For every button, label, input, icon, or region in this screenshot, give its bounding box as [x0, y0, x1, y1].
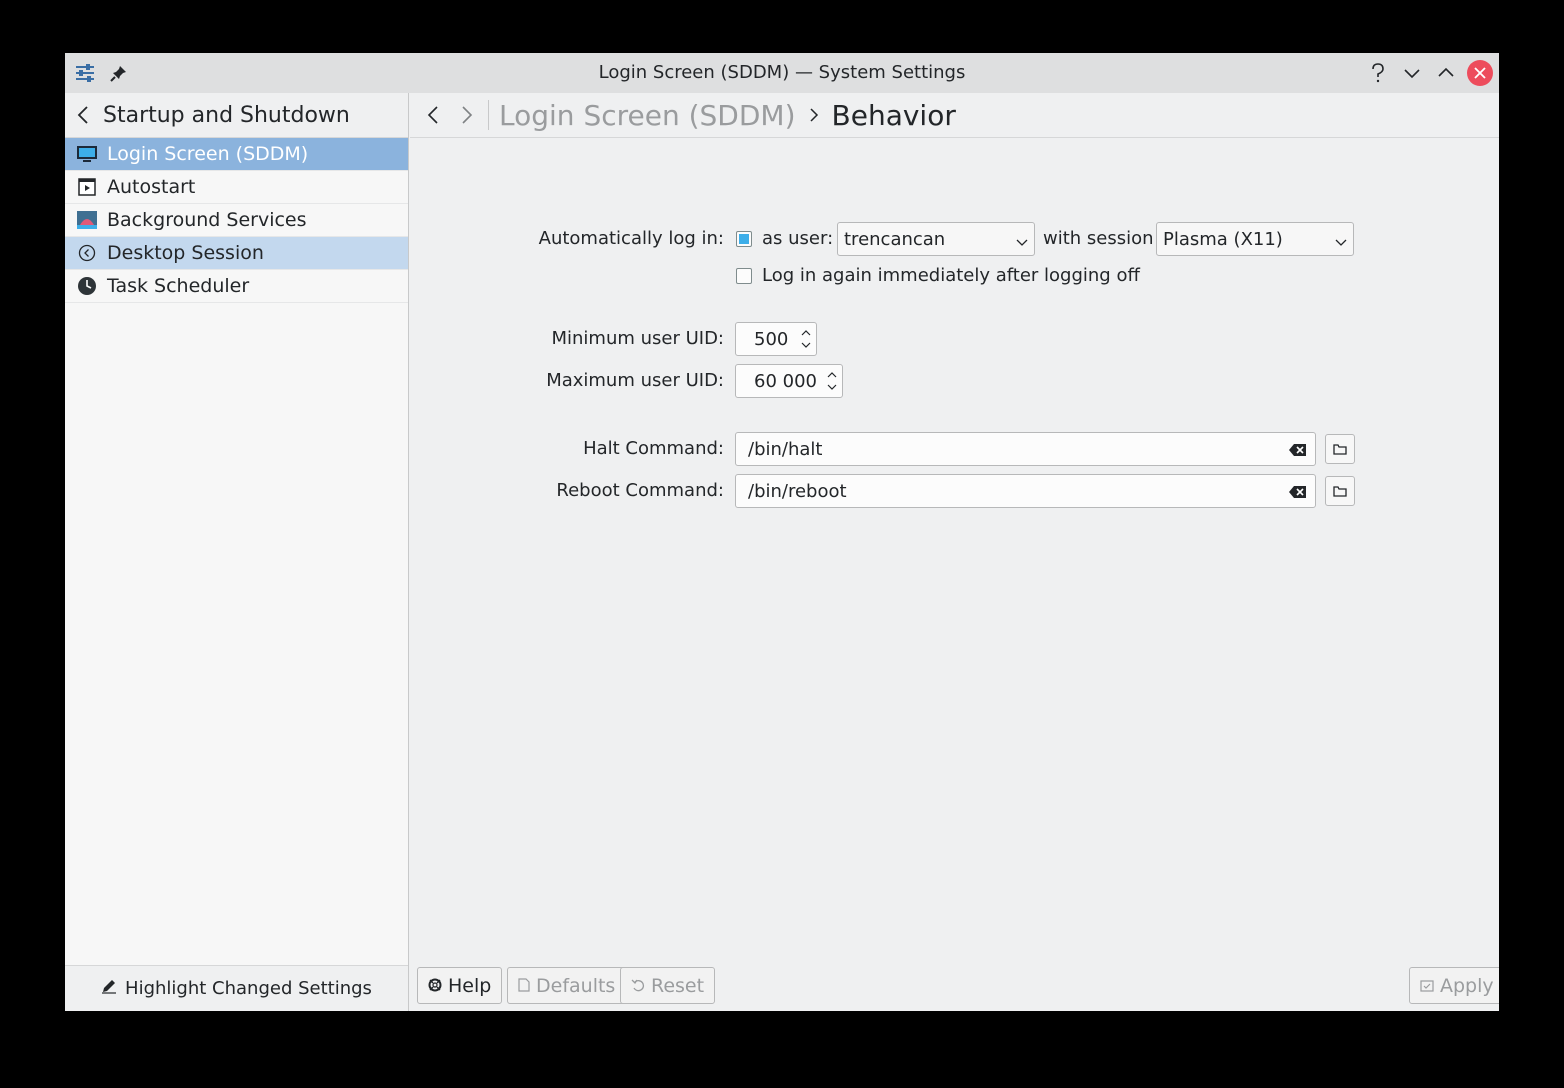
clear-text-icon[interactable] [1289, 441, 1307, 462]
reboot-command-value: /bin/reboot [748, 480, 847, 502]
folder-icon [1333, 439, 1347, 460]
highlight-changed-settings-button[interactable]: Highlight Changed Settings [65, 965, 408, 1011]
reboot-command-label: Reboot Command: [556, 480, 724, 501]
autostart-icon [77, 177, 97, 197]
min-uid-spinbox[interactable]: 500 [735, 322, 817, 356]
relogin-label: Log in again immediately after logging o… [762, 265, 1140, 286]
sidebar-item-label: Task Scheduler [107, 275, 250, 297]
halt-command-label: Halt Command: [583, 438, 724, 459]
breadcrumb-parent-link[interactable]: Login Screen (SDDM) [499, 99, 796, 132]
sidebar: Startup and Shutdown Login Screen (SDDM)… [65, 93, 409, 1011]
behavior-form: Automatically log in: as user: trencanca… [410, 139, 1499, 964]
dialog-button-bar: Help Defaults Reset Apply [410, 964, 1499, 1011]
sidebar-item-label: Background Services [107, 209, 307, 231]
reboot-command-input[interactable]: /bin/reboot [735, 474, 1316, 508]
reset-button[interactable]: Reset [620, 967, 716, 1004]
as-user-label: as user: [762, 228, 834, 249]
sidebar-back-header[interactable]: Startup and Shutdown [65, 93, 408, 138]
window-title: Login Screen (SDDM) — System Settings [598, 62, 966, 83]
apply-button[interactable]: Apply [1409, 967, 1499, 1004]
sidebar-item-background-services[interactable]: Background Services [65, 204, 408, 237]
minimize-chevron-down-icon[interactable] [1399, 60, 1425, 86]
monitor-icon [77, 144, 97, 164]
nav-forward-button[interactable] [450, 93, 484, 138]
relogin-checkbox[interactable] [736, 268, 752, 284]
spin-arrows-icon[interactable] [826, 369, 838, 393]
clear-text-icon[interactable] [1289, 483, 1307, 504]
sidebar-header-title: Startup and Shutdown [103, 102, 350, 128]
close-icon[interactable] [1467, 60, 1493, 86]
min-uid-label: Minimum user UID: [551, 328, 724, 349]
sidebar-item-label: Login Screen (SDDM) [107, 143, 309, 165]
apply-button-label: Apply [1440, 974, 1494, 997]
maximize-chevron-up-icon[interactable] [1433, 60, 1459, 86]
min-uid-value: 500 [754, 328, 789, 350]
title-bar[interactable]: Login Screen (SDDM) — System Settings [65, 53, 1499, 93]
user-select-value: trencancan [844, 228, 946, 250]
max-uid-value: 60 000 [754, 370, 817, 392]
page-title: Behavior [831, 98, 956, 132]
reboot-browse-button[interactable] [1325, 476, 1355, 506]
breadcrumb: Login Screen (SDDM) Behavior [410, 93, 1499, 138]
session-select-value: Plasma (X11) [1163, 228, 1283, 250]
sidebar-item-label: Autostart [107, 176, 196, 198]
defaults-button[interactable]: Defaults [507, 967, 627, 1004]
help-question-icon[interactable] [1365, 60, 1391, 86]
nav-separator [488, 100, 489, 130]
autologin-checkbox[interactable] [736, 231, 752, 247]
halt-browse-button[interactable] [1325, 434, 1355, 464]
max-uid-spinbox[interactable]: 60 000 [735, 364, 843, 398]
nav-back-button[interactable] [416, 93, 450, 138]
undo-icon [631, 975, 645, 997]
session-select[interactable]: Plasma (X11) [1156, 222, 1354, 256]
session-icon [77, 243, 97, 263]
halt-command-input[interactable]: /bin/halt [735, 432, 1316, 466]
chevron-down-icon [1335, 232, 1347, 253]
services-icon [77, 210, 97, 230]
chevron-left-icon[interactable] [77, 105, 97, 125]
sidebar-item-label: Desktop Session [107, 242, 264, 264]
with-session-label: with session [1043, 228, 1154, 249]
help-lifebuoy-icon [428, 975, 442, 997]
chevron-right-icon [796, 107, 832, 123]
sidebar-item-desktop-session[interactable]: Desktop Session [65, 237, 408, 270]
spin-arrows-icon[interactable] [800, 327, 812, 351]
max-uid-label: Maximum user UID: [546, 370, 724, 391]
help-button-label: Help [448, 974, 492, 997]
highlight-changed-settings-label: Highlight Changed Settings [125, 978, 372, 999]
system-settings-window: Login Screen (SDDM) — System Settings St… [65, 53, 1499, 1011]
halt-command-value: /bin/halt [748, 438, 823, 460]
reset-button-label: Reset [651, 974, 705, 997]
help-button[interactable]: Help [417, 967, 503, 1004]
sidebar-item-task-scheduler[interactable]: Task Scheduler [65, 270, 408, 303]
document-icon [518, 975, 530, 997]
autologin-label: Automatically log in: [538, 228, 724, 249]
defaults-button-label: Defaults [536, 974, 616, 997]
clock-icon [77, 276, 97, 296]
chevron-down-icon [1016, 232, 1028, 253]
pencil-icon [101, 978, 117, 999]
sidebar-item-autostart[interactable]: Autostart [65, 171, 408, 204]
apply-icon [1420, 975, 1434, 997]
sidebar-item-login-screen[interactable]: Login Screen (SDDM) [65, 138, 408, 171]
folder-icon [1333, 481, 1347, 502]
user-select[interactable]: trencancan [837, 222, 1035, 256]
